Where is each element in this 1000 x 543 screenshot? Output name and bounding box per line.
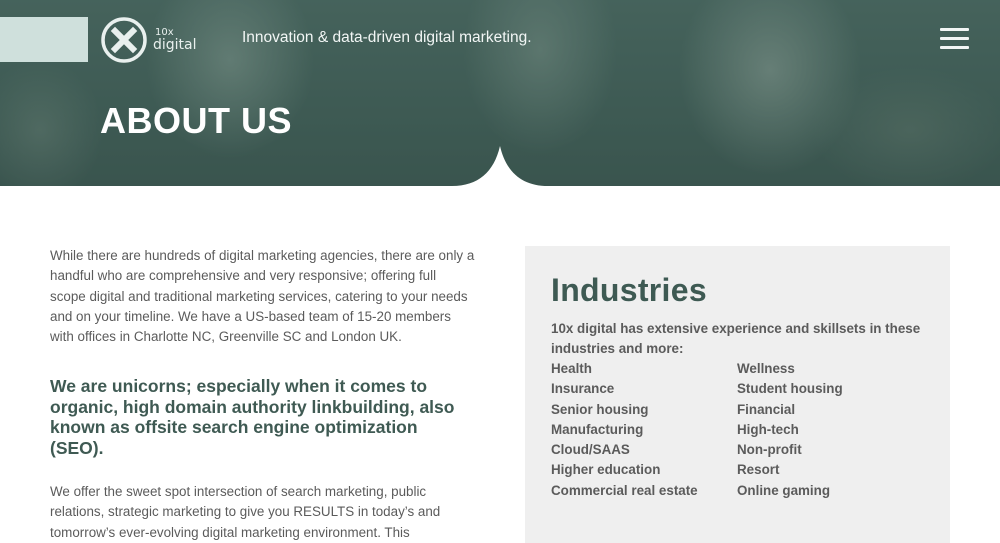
site-logo[interactable]: 10x digital	[101, 17, 197, 63]
industry-item: Financial	[737, 401, 796, 417]
hamburger-menu-icon[interactable]	[940, 28, 969, 49]
highlight-heading: We are unicorns; especially when it come…	[50, 376, 455, 458]
industry-item: Cloud/SAAS	[551, 442, 630, 458]
logo-x-icon	[101, 17, 147, 63]
industry-item: Health	[551, 361, 592, 376]
industry-item: Commercial real estate	[551, 482, 698, 498]
industry-item: Manufacturing	[551, 421, 644, 437]
offer-paragraph: We offer the sweet spot intersection of …	[50, 484, 441, 540]
industries-panel: Industries 10x digital has extensive exp…	[525, 246, 950, 543]
logo-brand-text: digital	[153, 37, 197, 53]
industries-title: Industries	[551, 272, 707, 308]
hero-banner: 10x digital Innovation & data-driven dig…	[0, 0, 1000, 186]
industries-intro: 10x digital has extensive experience and…	[551, 321, 921, 357]
industry-item: Resort	[737, 462, 780, 478]
industry-item: Non-profit	[737, 442, 802, 458]
industries-list-right: Wellness Student housing Financial High-…	[737, 359, 843, 501]
logo-wordmark: 10x digital	[153, 28, 197, 53]
industry-item: Online gaming	[737, 482, 830, 498]
industry-item: Insurance	[551, 381, 615, 397]
industry-item: Higher education	[551, 462, 661, 478]
industry-item: High-tech	[737, 421, 799, 437]
industry-item: Senior housing	[551, 401, 649, 417]
industry-item: Wellness	[737, 361, 795, 376]
page-title: ABOUT US	[100, 100, 292, 141]
industries-list-left: Health Insurance Senior housing Manufact…	[551, 359, 698, 501]
logo-accent-block	[0, 17, 88, 62]
header-tagline: Innovation & data-driven digital marketi…	[242, 29, 532, 46]
industry-item: Student housing	[737, 381, 843, 397]
intro-paragraph: While there are hundreds of digital mark…	[50, 248, 475, 345]
